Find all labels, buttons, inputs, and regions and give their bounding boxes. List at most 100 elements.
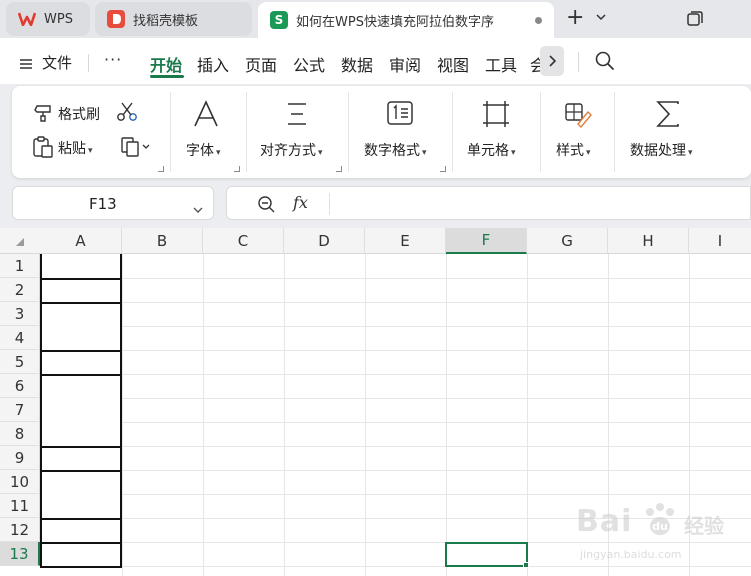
align-icon[interactable] (285, 102, 309, 130)
column-header-i[interactable]: I (689, 228, 751, 254)
menu-bar: 文件 ··· 开始 插入 页面 公式 数据 审阅 视图 工具 会 (0, 38, 751, 84)
row-header-12[interactable]: 12 (0, 518, 40, 542)
merged-cell-a13[interactable] (40, 542, 122, 568)
ribbon-toolbar: 格式刷 粘贴 ▾ 字体 ▾ 对齐方式 ▾ 数字格式 ▾ 单元格 ▾ 样式 ▾ 数… (12, 86, 751, 178)
menu-tab-data[interactable]: 数据 (341, 52, 373, 76)
menu-more-button[interactable]: ··· (104, 50, 122, 69)
row-header-6[interactable]: 6 (0, 374, 40, 398)
align-button[interactable]: 对齐方式 ▾ (260, 140, 323, 160)
merged-cell-a1[interactable] (40, 254, 122, 280)
merged-cell-a9[interactable] (40, 446, 122, 472)
tab-template-label: 找稻壳模板 (133, 13, 199, 29)
menu-tab-member[interactable]: 会 (530, 52, 540, 76)
column-header-h[interactable]: H (608, 228, 689, 254)
number-format-button[interactable]: 数字格式 ▾ (364, 140, 427, 160)
tab-template[interactable]: 找稻壳模板 (95, 2, 252, 36)
hamburger-icon[interactable] (20, 55, 32, 69)
menu-file[interactable]: 文件 (42, 52, 72, 73)
style-icon[interactable] (564, 102, 592, 132)
select-all-corner[interactable] (0, 228, 40, 254)
formula-bar[interactable]: fx (226, 186, 751, 220)
chevron-down-icon: ▾ (318, 148, 323, 158)
name-box-value: F13 (89, 195, 117, 213)
paste-button[interactable]: 粘贴 ▾ (58, 138, 93, 158)
sigma-icon[interactable] (656, 100, 680, 132)
column-header-g[interactable]: G (527, 228, 608, 254)
column-header-d[interactable]: D (284, 228, 365, 254)
row-header-8[interactable]: 8 (0, 422, 40, 446)
data-process-label: 数据处理 (630, 143, 686, 159)
tab-document-label: 如何在WPS快速填充阿拉伯数字序 (296, 14, 494, 30)
number-format-icon[interactable] (386, 100, 414, 130)
format-painter-icon[interactable] (32, 102, 54, 126)
row-header-4[interactable]: 4 (0, 326, 40, 350)
clipboard-dialog-launcher[interactable] (158, 166, 164, 172)
menu-tab-review[interactable]: 审阅 (389, 52, 421, 76)
active-cell-f13[interactable] (445, 542, 528, 567)
menu-tab-formula[interactable]: 公式 (293, 52, 325, 76)
fill-handle[interactable] (523, 562, 529, 568)
name-box[interactable]: F13 (12, 186, 214, 220)
tab-list-chevron-icon[interactable] (596, 10, 606, 24)
search-icon[interactable] (594, 50, 616, 72)
row-header-7[interactable]: 7 (0, 398, 40, 422)
menu-tab-page[interactable]: 页面 (245, 52, 277, 76)
column-header-e[interactable]: E (365, 228, 446, 254)
menu-tab-tools[interactable]: 工具 (485, 52, 517, 76)
new-tab-button[interactable]: + (566, 7, 584, 29)
merged-cell-a3-a4[interactable] (40, 302, 122, 352)
row-header-2[interactable]: 2 (0, 278, 40, 302)
cell-button[interactable]: 单元格 ▾ (467, 140, 516, 160)
row-header-1[interactable]: 1 (0, 254, 40, 278)
font-dialog-launcher[interactable] (234, 166, 240, 172)
grid-line (40, 326, 751, 327)
menu-divider (578, 52, 579, 72)
menu-tab-view[interactable]: 视图 (437, 52, 469, 76)
row-header-5[interactable]: 5 (0, 350, 40, 374)
align-label: 对齐方式 (260, 143, 316, 159)
column-header-c[interactable]: C (203, 228, 284, 254)
format-painter-button[interactable]: 格式刷 (58, 104, 100, 124)
column-header-f[interactable]: F (446, 228, 527, 254)
unsaved-dot-icon[interactable] (535, 17, 542, 24)
merged-cell-a2[interactable] (40, 278, 122, 304)
row-header-10[interactable]: 10 (0, 470, 40, 494)
tab-wps[interactable]: WPS (6, 2, 90, 36)
row-header-3[interactable]: 3 (0, 302, 40, 326)
menu-scroll-right-button[interactable] (540, 46, 564, 76)
number-format-dialog-launcher[interactable] (440, 166, 446, 172)
align-dialog-launcher[interactable] (336, 166, 342, 172)
menu-tab-insert[interactable]: 插入 (197, 52, 229, 76)
merged-cell-a12[interactable] (40, 518, 122, 544)
column-header-a[interactable]: A (40, 228, 122, 254)
cell-icon[interactable] (482, 100, 510, 132)
column-header-row: A B C D E F G H I (0, 228, 751, 254)
chevron-down-icon[interactable] (193, 199, 203, 213)
fx-icon[interactable]: fx (293, 193, 308, 212)
data-process-button[interactable]: 数据处理 ▾ (630, 140, 693, 160)
grid-line (40, 374, 751, 375)
grid-line (40, 302, 751, 303)
font-button[interactable]: 字体 ▾ (186, 140, 221, 160)
scissors-icon[interactable] (116, 102, 138, 126)
paste-icon[interactable] (32, 136, 54, 162)
merged-cell-a5[interactable] (40, 350, 122, 376)
grid-line (40, 494, 751, 495)
row-header-9[interactable]: 9 (0, 446, 40, 470)
watermark-url: jingyan.baidu.com (580, 548, 682, 561)
zoom-icon[interactable] (257, 195, 275, 213)
tab-document[interactable]: S 如何在WPS快速填充阿拉伯数字序 (258, 2, 554, 38)
style-button[interactable]: 样式 ▾ (556, 140, 591, 160)
merged-cell-a6-a8[interactable] (40, 374, 122, 448)
menu-tab-start[interactable]: 开始 (150, 52, 182, 76)
ribbon-divider (452, 92, 453, 172)
font-icon[interactable] (193, 100, 219, 132)
grid-line (40, 398, 751, 399)
row-header-11[interactable]: 11 (0, 494, 40, 518)
merged-cell-a10-a11[interactable] (40, 470, 122, 520)
paw-logo-icon: du (642, 500, 678, 542)
restore-window-icon[interactable] (686, 10, 704, 28)
column-header-b[interactable]: B (122, 228, 203, 254)
row-header-13[interactable]: 13 (0, 542, 40, 566)
copy-icon[interactable] (120, 136, 150, 162)
